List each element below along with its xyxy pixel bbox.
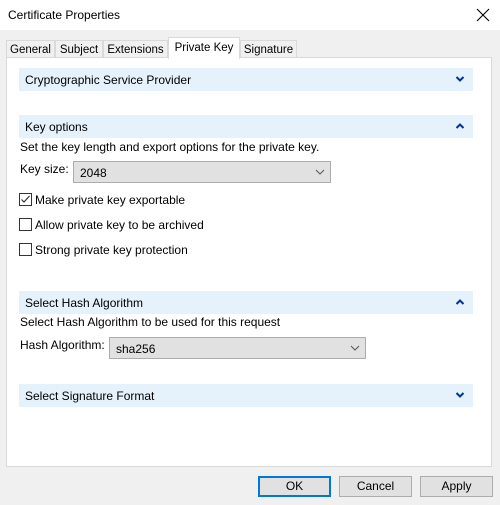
key-size-select[interactable]: 2048 xyxy=(73,161,331,183)
checkbox-label: Allow private key to be archived xyxy=(35,218,204,232)
section-header-key-options[interactable]: Key options xyxy=(19,115,473,138)
checkbox-label: Strong private key protection xyxy=(35,243,188,257)
hash-algorithm-label: Hash Algorithm: xyxy=(20,338,105,352)
tab-signature[interactable]: Signature xyxy=(240,40,297,58)
window-title: Certificate Properties xyxy=(8,8,121,22)
checkbox[interactable] xyxy=(19,243,32,256)
section-title: Select Signature Format xyxy=(25,389,155,403)
check-icon xyxy=(21,195,30,203)
tab-label: Extensions xyxy=(107,44,164,56)
apply-button[interactable]: Apply xyxy=(420,476,493,497)
key-size-value: 2048 xyxy=(80,166,107,180)
ok-button[interactable]: OK xyxy=(258,476,331,497)
tab-private-key[interactable]: Private Key xyxy=(168,37,240,59)
chevron-down-icon[interactable] xyxy=(455,390,465,400)
checkbox[interactable] xyxy=(19,193,32,206)
section-title: Key options xyxy=(25,120,88,134)
section-header-csp[interactable]: Cryptographic Service Provider xyxy=(19,68,473,91)
section-header-signature-format[interactable]: Select Signature Format xyxy=(19,384,473,407)
chevron-up-icon[interactable] xyxy=(455,121,465,131)
hash-description: Select Hash Algorithm to be used for thi… xyxy=(20,315,281,329)
tab-panel: Cryptographic Service Provider Key optio… xyxy=(6,57,492,467)
tab-label: General xyxy=(10,44,51,56)
tab-label: Subject xyxy=(59,44,99,56)
hash-algorithm-value: sha256 xyxy=(116,342,156,356)
tab-extensions[interactable]: Extensions xyxy=(103,40,168,58)
key-size-label: Key size: xyxy=(20,162,69,176)
tab-label: Signature xyxy=(243,44,294,56)
title-bar: Certificate Properties xyxy=(0,0,500,30)
key-options-description: Set the key length and export options fo… xyxy=(20,140,320,154)
tab-subject[interactable]: Subject xyxy=(55,40,103,58)
hash-algorithm-select[interactable]: sha256 xyxy=(109,337,366,359)
chevron-down-icon[interactable] xyxy=(455,74,465,84)
section-title: Cryptographic Service Provider xyxy=(25,73,192,87)
cancel-button[interactable]: Cancel xyxy=(339,476,412,497)
chevron-up-icon[interactable] xyxy=(455,297,465,307)
section-header-hash[interactable]: Select Hash Algorithm xyxy=(19,291,473,314)
close-icon[interactable] xyxy=(474,6,492,24)
tab-label: Private Key xyxy=(174,42,234,54)
checkbox[interactable] xyxy=(19,218,32,231)
checkbox-label: Make private key exportable xyxy=(35,193,186,207)
chevron-down-icon xyxy=(315,169,325,175)
tab-general[interactable]: General xyxy=(6,40,55,58)
section-title: Select Hash Algorithm xyxy=(25,296,144,310)
chevron-down-icon xyxy=(350,345,360,351)
